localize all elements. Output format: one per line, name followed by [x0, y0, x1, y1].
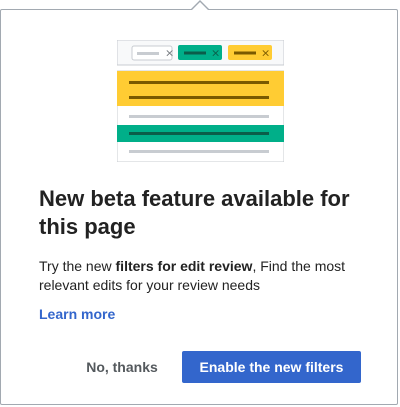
description-prefix: Try the new	[39, 258, 116, 274]
illustration-row-yellow-line-1	[129, 81, 269, 84]
popup-description: Try the new filters for edit review, Fin…	[39, 257, 369, 295]
illustration-row-green-line	[129, 132, 269, 135]
illustration-row-yellow	[117, 71, 284, 106]
illustration-row-gray-line-2	[129, 150, 269, 153]
no-thanks-button[interactable]: No, thanks	[76, 351, 168, 382]
illustration-row-gray-line-1	[129, 115, 269, 118]
filters-illustration: × × ×	[117, 40, 284, 162]
illustration-row-yellow-line-2	[129, 96, 269, 99]
description-bold: filters for edit review	[115, 258, 253, 274]
illustration-chip-yellow-close: ×	[261, 47, 270, 60]
popup-title: New beta feature available for this page	[39, 186, 350, 239]
illustration-chip-green-close: ×	[211, 47, 220, 60]
illustration-chip-gray-close: ×	[165, 47, 174, 60]
illustration-chip-yellow-line	[234, 51, 256, 55]
illustration-chip-gray-line	[137, 52, 159, 55]
popup-caret-fill	[191, 2, 209, 11]
illustration-chip-green-line	[184, 51, 206, 55]
learn-more-link[interactable]: Learn more	[39, 306, 115, 322]
enable-filters-button[interactable]: Enable the new filters	[182, 351, 361, 383]
